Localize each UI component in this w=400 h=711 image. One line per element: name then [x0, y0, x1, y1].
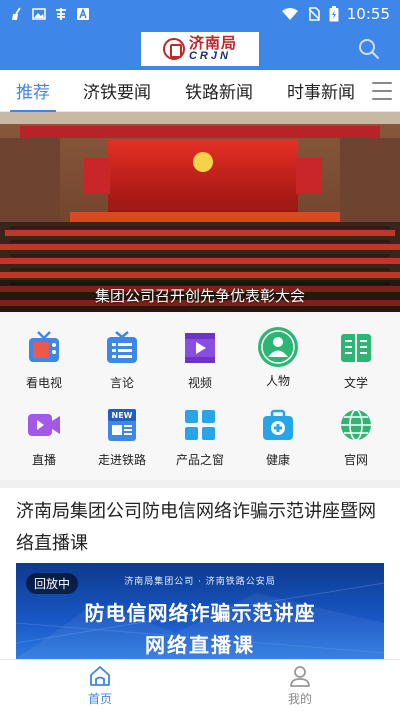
medical-kit-icon — [263, 409, 293, 440]
image-icon — [32, 8, 46, 20]
grid-item-literature[interactable]: 文学 — [321, 330, 391, 391]
bottom-navigation: 首页 我的 — [0, 659, 400, 711]
logo-chinese-text: 济南局 — [188, 34, 237, 52]
svg-text:NEW: NEW — [112, 411, 133, 420]
nav-home-label: 首页 — [87, 692, 112, 706]
grid-item-label: 文学 — [343, 376, 368, 390]
grid-item-label: 言论 — [109, 376, 134, 390]
category-tabs: 推荐 济铁要闻 铁路新闻 时事新闻 — [0, 70, 400, 112]
app-logo-icon — [56, 8, 66, 20]
section-divider — [0, 480, 400, 488]
thumbnail-subheadline: 网络直播课 — [145, 633, 255, 657]
comment-icon — [107, 331, 137, 363]
nav-mine[interactable]: 我的 — [260, 664, 340, 707]
status-bar: 10:55 — [0, 0, 400, 28]
grid-item-live[interactable]: 直播 — [9, 407, 79, 468]
banner-carousel[interactable]: 集团公司召开创先争优表彰大会 — [0, 112, 400, 312]
grid-item-label: 产品之窗 — [175, 453, 224, 467]
grid-item-label: 视频 — [187, 376, 212, 390]
person-icon — [258, 327, 298, 367]
tab-recommend[interactable]: 推荐 — [10, 70, 56, 112]
grid-item-label: 直播 — [31, 453, 56, 467]
app-header: 济南局 CRJN — [0, 28, 400, 70]
grid-item-label: 看电视 — [25, 376, 62, 390]
article-thumbnail[interactable]: 济南局集团公司 · 济南铁路公安局 防电信网络诈骗示范讲座 网络直播课 回放中 — [16, 563, 384, 659]
tab-menu-icon[interactable] — [372, 82, 392, 100]
feature-grid: 看电视 言论 视频 人物 文学 直播 NEW 走进铁路 产品之窗 健康 官网 — [0, 312, 400, 480]
tab-railway-news[interactable]: 铁路新闻 — [185, 70, 253, 112]
thumbnail-headline: 防电信网络诈骗示范讲座 — [84, 601, 316, 625]
logo-english-text: CRJN — [188, 50, 231, 62]
book-icon — [341, 334, 371, 362]
grid-item-label: 健康 — [265, 453, 290, 467]
search-icon[interactable] — [358, 38, 380, 60]
video-icon — [185, 333, 215, 363]
nav-home[interactable]: 首页 — [60, 664, 140, 707]
battery-charging-icon — [329, 6, 339, 22]
grid-item-label: 走进铁路 — [97, 453, 146, 467]
grid-item-products[interactable]: 产品之窗 — [165, 407, 235, 468]
article-title[interactable]: 济南局集团公司防电信网络诈骗示范讲座暨网络直播课 — [16, 496, 386, 560]
railway-emblem-icon — [162, 38, 185, 60]
grid-item-health[interactable]: 健康 — [243, 407, 313, 468]
window-grid-icon — [185, 410, 215, 440]
grid-item-label: 官网 — [343, 453, 368, 467]
wifi-icon — [281, 8, 298, 20]
tab-jitie-news[interactable]: 济铁要闻 — [83, 70, 151, 112]
tv-icon — [29, 331, 59, 362]
home-icon — [90, 666, 110, 686]
live-camera-icon — [28, 414, 60, 436]
app-logo: 济南局 CRJN — [141, 32, 259, 66]
grid-item-tv[interactable]: 看电视 — [9, 330, 79, 391]
grid-item-label: 人物 — [265, 374, 290, 388]
banner-image — [0, 112, 400, 312]
notification-icons — [10, 7, 90, 21]
banner-caption: 集团公司召开创先争优表彰大会 — [94, 287, 305, 305]
grid-item-opinion[interactable]: 言论 — [87, 330, 157, 391]
grid-item-official-site[interactable]: 官网 — [321, 407, 391, 468]
grid-item-people[interactable]: 人物 — [243, 326, 313, 389]
news-icon: NEW — [108, 409, 136, 441]
broom-icon — [12, 7, 21, 20]
replay-badge: 回放中 — [26, 573, 79, 594]
grid-item-video[interactable]: 视频 — [165, 330, 235, 391]
nav-mine-label: 我的 — [287, 692, 312, 706]
clock: 10:55 — [346, 5, 390, 23]
no-sim-icon — [308, 7, 320, 21]
font-icon — [77, 7, 89, 20]
user-icon — [290, 666, 310, 687]
tab-current-news[interactable]: 时事新闻 — [287, 70, 355, 112]
globe-icon — [341, 409, 371, 441]
grid-item-railway[interactable]: NEW 走进铁路 — [87, 407, 157, 468]
